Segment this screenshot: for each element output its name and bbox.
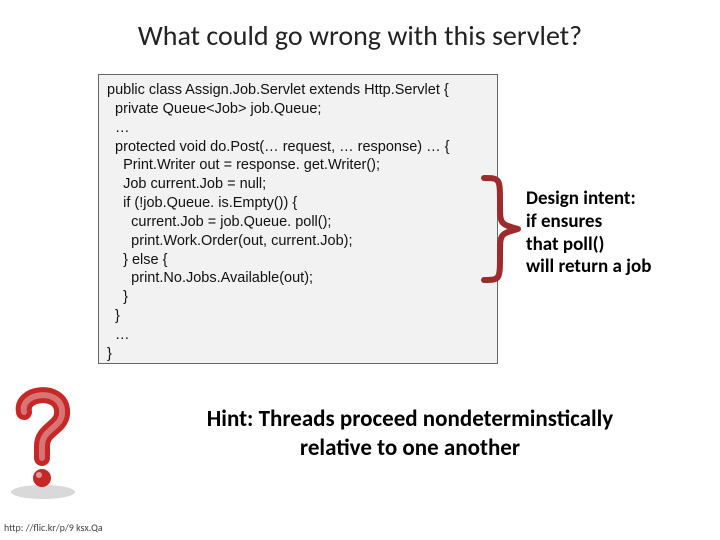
- design-intent-annotation: Design intent: if ensures that poll() wi…: [526, 188, 716, 279]
- slide-title: What could go wrong with this servlet?: [0, 0, 720, 53]
- annotation-heading: Design intent:: [526, 187, 636, 210]
- annotation-line3a: that: [526, 233, 563, 256]
- hint-line1: Hint: Threads proceed nondeterminsticall…: [207, 405, 613, 433]
- credit-url: http: //flic.kr/p/9 ksx.Qa: [4, 521, 103, 534]
- brace-icon: [478, 174, 528, 284]
- annotation-line2: if ensures: [526, 210, 602, 233]
- code-block: public class Assign.Job.Servlet extends …: [98, 74, 498, 364]
- annotation-line4: will return a job: [526, 255, 651, 278]
- hint-text: Hint: Threads proceed nondeterminsticall…: [120, 405, 700, 463]
- question-mark-icon: [2, 382, 84, 502]
- hint-line2: relative to one another: [300, 434, 520, 462]
- annotation-poll: poll(): [563, 233, 605, 256]
